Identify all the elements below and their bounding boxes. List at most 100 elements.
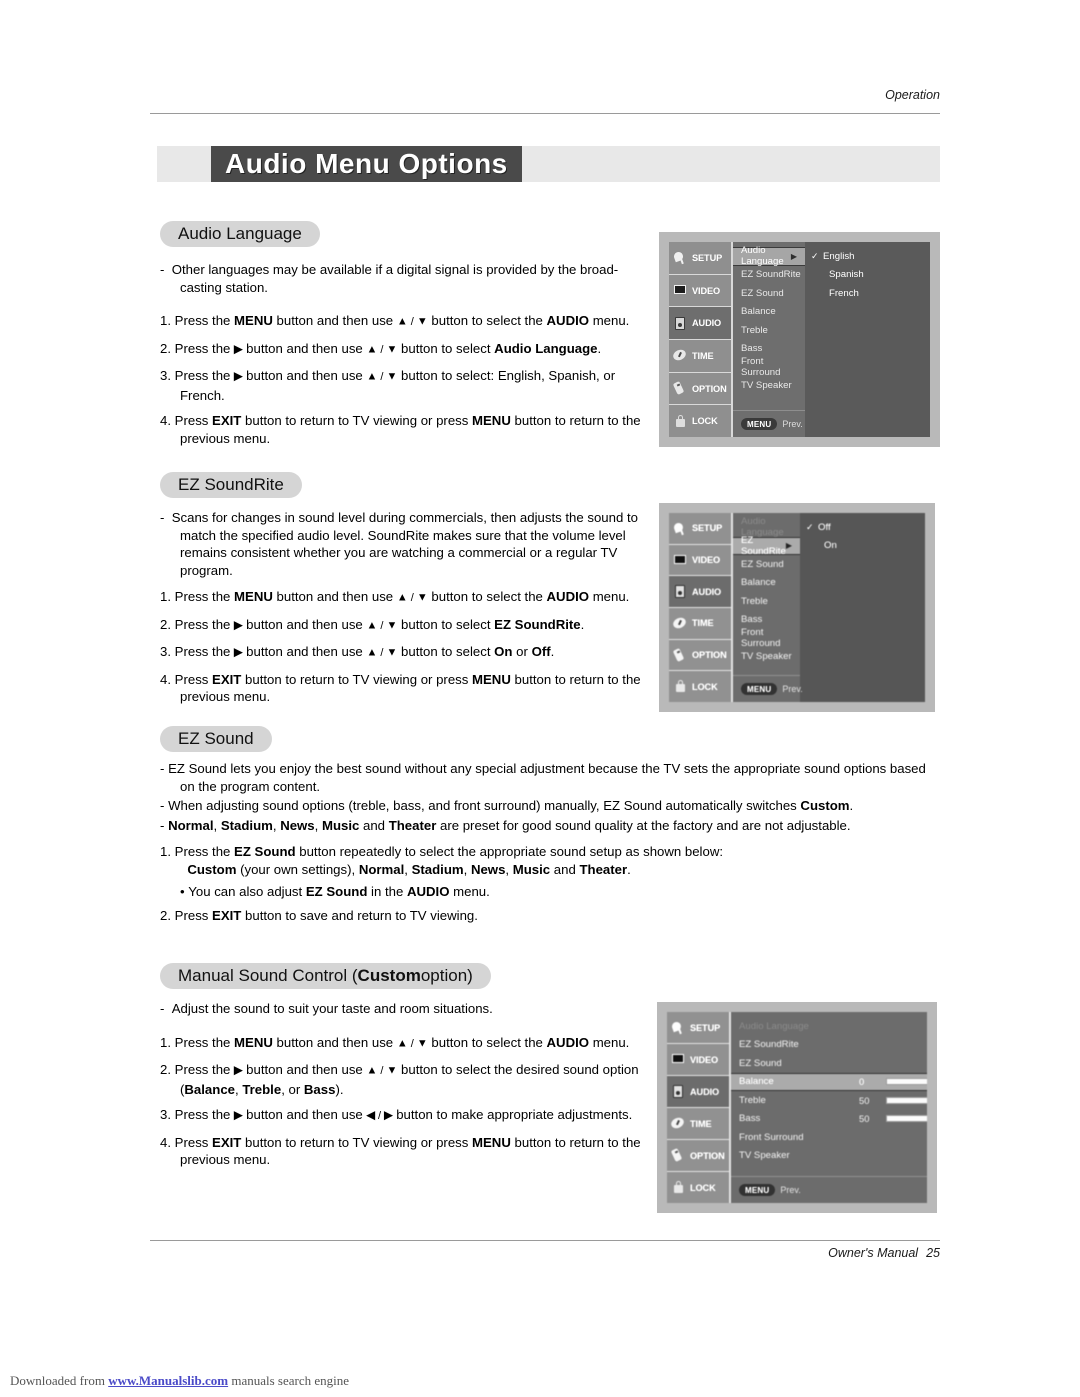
num-item: 2. Press the ▶ button and then use ▲ / ▼… (160, 340, 602, 356)
osd-menu-item-audio-language[interactable]: Audio Language ▶ (733, 245, 805, 267)
tv-screen-icon (670, 1051, 687, 1068)
padlock-icon (670, 1179, 687, 1196)
osd-menu-item-bass[interactable]: Bass (733, 611, 800, 630)
num-item: 1. Press the MENU button and then use ▲ … (160, 589, 630, 604)
osd-tab-option[interactable]: OPTION (667, 1140, 729, 1172)
osd-menu-item-audio-language[interactable]: Audio Language (733, 516, 800, 538)
bass-value: 50 (859, 1113, 870, 1125)
right-arrow-icon: ▶ (234, 1109, 243, 1122)
osd-menu-item-tv-speaker[interactable]: TV Speaker (733, 377, 805, 396)
ez-soundrite-body: - Scans for changes in sound level durin… (160, 509, 650, 714)
num-item: 2. Press the ▶ button and then use ▲ / ▼… (160, 1062, 639, 1097)
footer-label: Owner's Manual (828, 1246, 919, 1260)
osd-menu-item-ez-soundrite[interactable]: EZ SoundRite (733, 266, 805, 285)
watermark-prefix: Downloaded from (10, 1373, 109, 1388)
page-title: Audio Menu Options (225, 148, 508, 179)
osd-prev-hint[interactable]: MENU Prev. (741, 683, 803, 695)
osd-menu-item-ez-sound[interactable]: EZ Sound (731, 1054, 927, 1073)
osd-menu-list: Audio Language EZ SoundRite ▶ EZ Sound Ba… (733, 513, 803, 702)
osd-menu-item-ez-sound[interactable]: EZ Sound (733, 284, 805, 303)
up-arrow-icon: ▲ (396, 315, 408, 328)
osd-menu-item-balance[interactable]: Balance (733, 303, 805, 322)
watermark: Downloaded from www.Manualslib.com manua… (10, 1373, 349, 1389)
osd-tab-video[interactable]: VIDEO (667, 1044, 729, 1076)
osd-menu-item-ez-sound[interactable]: EZ Sound (733, 555, 800, 574)
up-arrow-icon: ▲ (396, 591, 408, 604)
osd-tab-lock[interactable]: LOCK (667, 1172, 729, 1203)
osd-tab-audio[interactable]: AUDIO (669, 307, 731, 341)
check-icon: ✓ (806, 521, 814, 532)
osd-menu-item-ez-soundrite[interactable]: EZ SoundRite (731, 1036, 927, 1055)
osd-option-spanish[interactable]: Spanish (805, 266, 930, 285)
section-heading-audio-language: Audio Language (160, 221, 320, 247)
bullet-item: • You can also adjust EZ Sound in the AU… (180, 884, 490, 899)
osd-option-french[interactable]: French (805, 284, 930, 303)
osd-menu-item-treble[interactable]: Treble (733, 592, 800, 611)
right-arrow-icon: ▶ (234, 646, 243, 659)
bass-slider[interactable] (886, 1115, 927, 1123)
osd-tab-time[interactable]: TIME (669, 340, 731, 373)
clock-icon (672, 347, 689, 364)
osd-tab-time[interactable]: TIME (667, 1108, 729, 1140)
right-arrow-icon: ▶ (234, 619, 243, 631)
osd-menu-item-balance[interactable]: Balance (733, 574, 800, 593)
osd-tab-lock[interactable]: LOCK (669, 671, 731, 702)
osd-tab-lock[interactable]: LOCK (669, 405, 731, 437)
ez-sound-heading-text: EZ Sound (178, 729, 254, 748)
osd-menu-item-tv-speaker[interactable]: TV Speaker (731, 1147, 927, 1166)
osd-prev-hint[interactable]: MENU Prev. (741, 418, 803, 430)
osd-menu-item-tv-speaker[interactable]: TV Speaker (733, 648, 800, 667)
balance-slider[interactable] (886, 1078, 927, 1086)
manualslib-link[interactable]: www.Manualslib.com (108, 1373, 228, 1388)
up-arrow-icon: ▲ (366, 370, 378, 383)
osd-menu-item-treble[interactable]: Treble 50 (731, 1091, 927, 1110)
osd-menu-list: Audio Language ▶ EZ SoundRite EZ Sound Ba… (733, 242, 805, 437)
speaker-icon (670, 1083, 687, 1100)
remote-control-icon (672, 380, 689, 397)
osd-tab-setup[interactable]: SETUP (667, 1012, 729, 1044)
osd-tab-audio[interactable]: AUDIO (667, 1076, 729, 1108)
osd-menu-item-ez-soundrite[interactable]: EZ SoundRite ▶ (733, 535, 800, 557)
osd-menu-item-bass[interactable]: Bass 50 (731, 1110, 927, 1129)
osd-tab-setup[interactable]: SETUP (669, 513, 731, 545)
osd-tab-time[interactable]: TIME (669, 608, 731, 640)
osd-tab-setup[interactable]: SETUP (669, 242, 731, 275)
down-arrow-icon: ▼ (416, 1037, 428, 1049)
right-arrow-icon: ▶ (384, 1109, 393, 1122)
down-arrow-icon: ▼ (386, 370, 398, 383)
osd-tab-option[interactable]: OPTION (669, 373, 731, 406)
remote-control-icon (670, 1147, 687, 1164)
osd-divider (733, 675, 800, 676)
osd-menu-item-front-surround[interactable]: Front Surround (731, 1128, 927, 1147)
down-arrow-icon: ▼ (386, 619, 398, 631)
osd-prev-hint[interactable]: MENU Prev. (739, 1184, 801, 1196)
dash-item: - Adjust the sound to suit your taste an… (160, 1001, 493, 1016)
manual-heading-suffix: option) (420, 966, 473, 985)
satellite-dish-icon (672, 249, 689, 266)
osd-tab-video[interactable]: VIDEO (669, 545, 731, 577)
num-item: 4. Press EXIT button to return to TV vie… (160, 413, 641, 446)
osd-menu-item-bass[interactable]: Bass (733, 340, 805, 359)
osd-menu-item-balance[interactable]: Balance 0 (731, 1072, 927, 1091)
clock-icon (672, 615, 689, 632)
tv-screen-icon (672, 552, 689, 569)
footer-rule (150, 1240, 940, 1241)
osd-option-english[interactable]: ✓ English (805, 247, 930, 266)
osd-menu-item-front-surround[interactable]: Front Surround (733, 627, 800, 649)
osd-option-on[interactable]: On (800, 537, 925, 556)
down-arrow-icon: ▼ (386, 1064, 398, 1077)
check-icon: ✓ (811, 250, 819, 261)
osd-menu-item-treble[interactable]: Treble (733, 321, 805, 340)
osd-menu-item-front-surround[interactable]: Front Surround (733, 356, 805, 378)
padlock-icon (672, 678, 689, 695)
ez-soundrite-heading-text: EZ SoundRite (178, 475, 284, 494)
osd-tab-video[interactable]: VIDEO (669, 275, 731, 308)
osd-menu-item-audio-language[interactable]: Audio Language (731, 1017, 927, 1036)
osd-option-off[interactable]: ✓ Off (800, 518, 925, 537)
prev-label: Prev. (782, 684, 803, 694)
osd-tab-audio[interactable]: AUDIO (669, 576, 731, 609)
up-arrow-icon: ▲ (366, 619, 378, 631)
treble-slider[interactable] (886, 1096, 927, 1104)
osd-tab-option[interactable]: OPTION (669, 640, 731, 672)
down-arrow-icon: ▼ (416, 591, 428, 604)
